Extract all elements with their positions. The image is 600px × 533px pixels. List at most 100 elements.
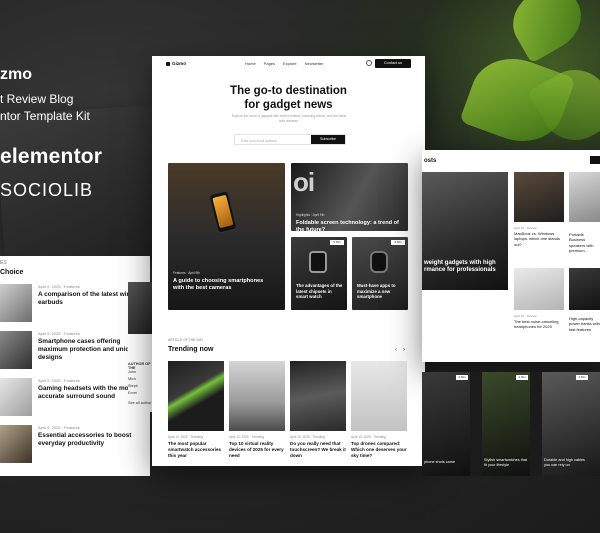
post-title[interactable]: Top 10 virtual reality devices of 2025 f… (229, 441, 285, 459)
phone-image (209, 191, 237, 233)
trending-heading: Trending now (168, 346, 214, 353)
post-meta: April 9, 2025 · Features (38, 331, 80, 336)
article-image (229, 361, 285, 431)
section-heading: osts (424, 158, 437, 164)
thumbnail (0, 284, 32, 322)
trending-card[interactable]: April 10, 2025 · Trending The most popul… (168, 361, 224, 459)
trending-card[interactable]: April 10, 2025 · Trending Top 10 virtual… (229, 361, 285, 459)
post-title[interactable]: Stylish smartwatches that fit your lifes… (484, 458, 530, 468)
nav-home[interactable]: Home (245, 61, 256, 66)
read-time-badge: 4 Min (576, 375, 588, 380)
nav-links: Home Pages Explore Newsletter (245, 61, 323, 66)
featured-card[interactable]: oi Highlights · April 9th Foldable scree… (291, 163, 408, 231)
post-title[interactable]: weight gadgets with high rmance for prof… (424, 260, 504, 274)
author-name[interactable]: Emm (128, 391, 137, 395)
post-category: Highlights · April 9th (296, 213, 325, 217)
brand-subtitle: ntor Template Kit (0, 109, 90, 123)
signage-text: oi (293, 167, 315, 197)
post-title[interactable]: Portable Business speakers with premium.… (569, 232, 600, 256)
featured-card[interactable]: Features · April 9th A guide to choosing… (168, 163, 285, 310)
author-strip: AUTHOR OF THE John Mich Steph Emm See al… (128, 282, 154, 412)
trending-card[interactable]: April 10, 2025 · Trending Top drones com… (351, 361, 407, 459)
post-title[interactable]: Essential accessories to boost everyday … (38, 432, 148, 448)
trending-card[interactable]: April 10, 2025 · Trending Do you really … (290, 361, 346, 459)
latest-posts-panel: osts weight gadgets with high rmance for… (422, 150, 600, 362)
thumbnail (514, 268, 564, 310)
article-image (128, 282, 152, 334)
author-name[interactable]: John (128, 370, 136, 374)
list-item[interactable]: April 9, 2025 · Features Essential acces… (0, 425, 150, 465)
read-time-badge: 4 Min (456, 375, 468, 380)
read-time-badge: 5 Min (330, 240, 344, 245)
post-title[interactable]: The advantages of the latest chipsets in… (296, 283, 344, 300)
nav-newsletter[interactable]: Newsletter (305, 61, 324, 66)
post-title[interactable]: MacBook vs. Windows laptops: which one s… (514, 231, 566, 247)
post-title[interactable]: The best noise-canceling headphones for … (514, 319, 566, 330)
brand-subtitle: t Review Blog (0, 92, 74, 106)
article-image (351, 361, 407, 431)
section-kicker: ES (0, 260, 7, 266)
post-title[interactable]: Top drones compared: Which one deserves … (351, 441, 407, 459)
section-heading: Choice (0, 269, 24, 276)
author-name[interactable]: Mich (128, 377, 136, 381)
post-title[interactable]: phone shots came (424, 460, 470, 465)
article-image (168, 361, 224, 431)
post-meta: April 10 · Review (514, 226, 537, 230)
arrow-right-icon[interactable]: › (403, 347, 405, 353)
nav-pages[interactable]: Pages (264, 61, 275, 66)
search-icon[interactable] (366, 60, 372, 66)
thumbnail (0, 425, 32, 463)
arrow-left-icon[interactable]: ‹ (395, 347, 397, 353)
section-kicker: ARTICLE OF THE DAY (168, 338, 204, 342)
post-title[interactable]: A guide to choosing smartphones with the… (173, 278, 273, 292)
post-title[interactable]: Foldable screen technology: a trend of t… (296, 220, 406, 231)
featured-card[interactable]: 4 Min Must-have apps to maximize a new s… (352, 237, 408, 310)
thumbnail (0, 331, 32, 369)
hero-subtitle: Explore the world of gadgets with expert… (231, 114, 347, 123)
author-name[interactable]: Steph (128, 384, 138, 388)
nav-explore[interactable]: Explore (283, 61, 297, 66)
hero-title: The go-to destination for gadget news (230, 85, 347, 111)
watch-image (309, 251, 327, 273)
post-meta: April 10, 2025 · Trending (229, 435, 264, 439)
subscribe-button[interactable]: Subscribe (311, 135, 345, 144)
thumbnail (569, 268, 600, 310)
see-all-authors-link[interactable]: See all author (128, 401, 151, 405)
contact-button[interactable]: Contact us (375, 59, 411, 68)
post-meta: April 10, 2025 · Trending (168, 435, 203, 439)
thumbnail (569, 172, 600, 222)
post-title[interactable]: High-capacity power banks with fast feat… (569, 316, 600, 340)
post-meta: April 9, 2025 · Features (38, 284, 80, 289)
post-title[interactable]: The most popular smartwatch accessories … (168, 441, 224, 459)
view-all-button[interactable] (590, 156, 600, 164)
dark-post-grid: 4 Min 4 Min 4 Min phone shots came Styli… (422, 372, 600, 476)
post-meta: April 10, 2025 · Trending (290, 435, 325, 439)
post-meta: April 10, 2025 · Trending (351, 435, 386, 439)
top-navigation: Gizmo Home Pages Explore Newsletter Cont… (152, 56, 425, 72)
post-meta: April 9, 2025 · Features (38, 425, 80, 430)
read-time-badge: 4 Min (391, 240, 405, 245)
read-time-badge: 4 Min (516, 375, 528, 380)
email-input[interactable]: Enter your email address (241, 139, 276, 143)
featured-card[interactable]: weight gadgets with high rmance for prof… (422, 172, 508, 290)
post-title[interactable]: Must-have apps to maximize a new smartph… (357, 283, 405, 300)
post-title[interactable]: Durable and high cables you can rely on (544, 458, 590, 468)
builder-name: elementor (0, 145, 103, 168)
vendor-name: SOCIOLIB (0, 180, 94, 200)
post-meta: April 10 · Review (514, 314, 537, 318)
post-category: Features · April 9th (173, 271, 200, 275)
phone-image (370, 251, 388, 273)
featured-card[interactable]: 5 Min The advantages of the latest chips… (291, 237, 347, 310)
subscribe-form: Enter your email address Subscribe (234, 134, 346, 145)
authors-heading: AUTHOR OF THE (128, 362, 151, 370)
brand-name: zmo (0, 66, 32, 83)
logo-icon (166, 61, 170, 66)
main-browser-window: Gizmo Home Pages Explore Newsletter Cont… (152, 56, 425, 466)
post-meta: April 9, 2025 · Features (38, 378, 80, 383)
site-logo[interactable]: Gizmo (166, 61, 186, 66)
post-title[interactable]: Do you really need that touchscreen? We … (290, 441, 346, 459)
article-image (290, 361, 346, 431)
thumbnail (0, 378, 32, 416)
thumbnail (514, 172, 564, 222)
carousel-arrows: ‹ › (395, 347, 405, 353)
